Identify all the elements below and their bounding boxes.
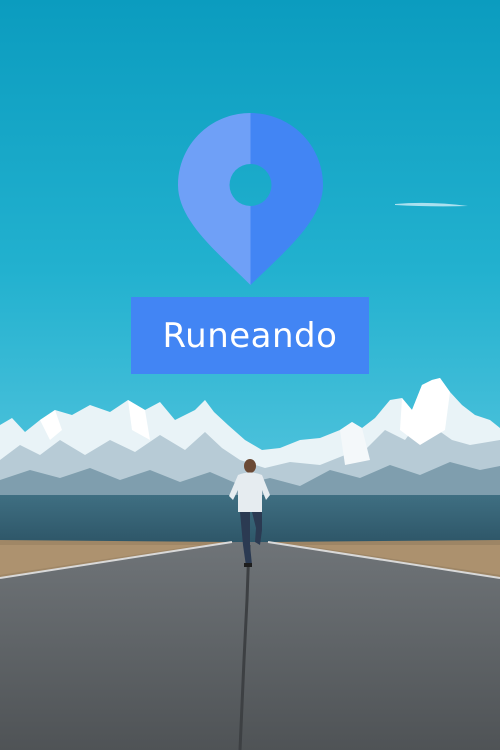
- splash-screen: Runeando: [0, 0, 500, 750]
- brand-name-box: Runeando: [131, 297, 369, 374]
- location-pin-icon: [178, 113, 323, 285]
- brand-name: Runeando: [162, 315, 338, 356]
